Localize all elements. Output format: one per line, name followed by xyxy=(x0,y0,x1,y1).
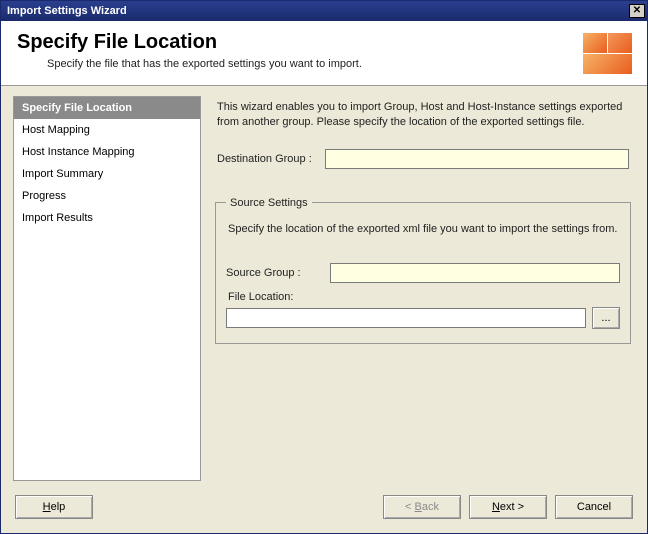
destination-group-field xyxy=(325,149,629,169)
source-settings-legend: Source Settings xyxy=(226,197,312,209)
file-location-label: File Location: xyxy=(228,291,620,303)
source-settings-fieldset: Source Settings Specify the location of … xyxy=(215,197,631,344)
sidebar-item-host-mapping[interactable]: Host Mapping xyxy=(14,119,200,141)
source-group-field xyxy=(330,263,620,283)
source-settings-description: Specify the location of the exported xml… xyxy=(228,223,620,235)
destination-group-row: Destination Group : xyxy=(217,149,629,169)
close-icon[interactable]: ✕ xyxy=(629,4,645,18)
cancel-button[interactable]: Cancel xyxy=(555,495,633,519)
intro-text: This wizard enables you to import Group,… xyxy=(211,96,635,141)
destination-group-label: Destination Group : xyxy=(217,153,325,165)
back-button: < Back xyxy=(383,495,461,519)
source-group-label: Source Group : xyxy=(226,267,330,279)
wizard-window: Import Settings Wizard ✕ Specify File Lo… xyxy=(0,0,648,534)
sidebar-item-import-results[interactable]: Import Results xyxy=(14,207,200,229)
content-area: Specify File Location Host Mapping Host … xyxy=(1,86,647,481)
sidebar-item-host-instance-mapping[interactable]: Host Instance Mapping xyxy=(14,141,200,163)
source-group-row: Source Group : xyxy=(226,263,620,283)
file-location-input[interactable] xyxy=(226,308,586,328)
file-location-row: ... xyxy=(226,307,620,329)
sidebar-item-specify-file-location[interactable]: Specify File Location xyxy=(14,97,200,119)
logo-icon xyxy=(583,33,631,73)
main-panel: This wizard enables you to import Group,… xyxy=(211,96,635,481)
next-button[interactable]: Next > xyxy=(469,495,547,519)
sidebar-item-progress[interactable]: Progress xyxy=(14,185,200,207)
page-subtitle: Specify the file that has the exported s… xyxy=(47,58,583,70)
wizard-header: Specify File Location Specify the file t… xyxy=(1,21,647,86)
help-button[interactable]: Help xyxy=(15,495,93,519)
window-title: Import Settings Wizard xyxy=(7,5,127,17)
page-title: Specify File Location xyxy=(17,31,583,54)
wizard-footer: Help < Back Next > Cancel xyxy=(1,481,647,533)
titlebar: Import Settings Wizard ✕ xyxy=(1,1,647,21)
browse-button[interactable]: ... xyxy=(592,307,620,329)
wizard-steps-sidebar: Specify File Location Host Mapping Host … xyxy=(13,96,201,481)
sidebar-item-import-summary[interactable]: Import Summary xyxy=(14,163,200,185)
